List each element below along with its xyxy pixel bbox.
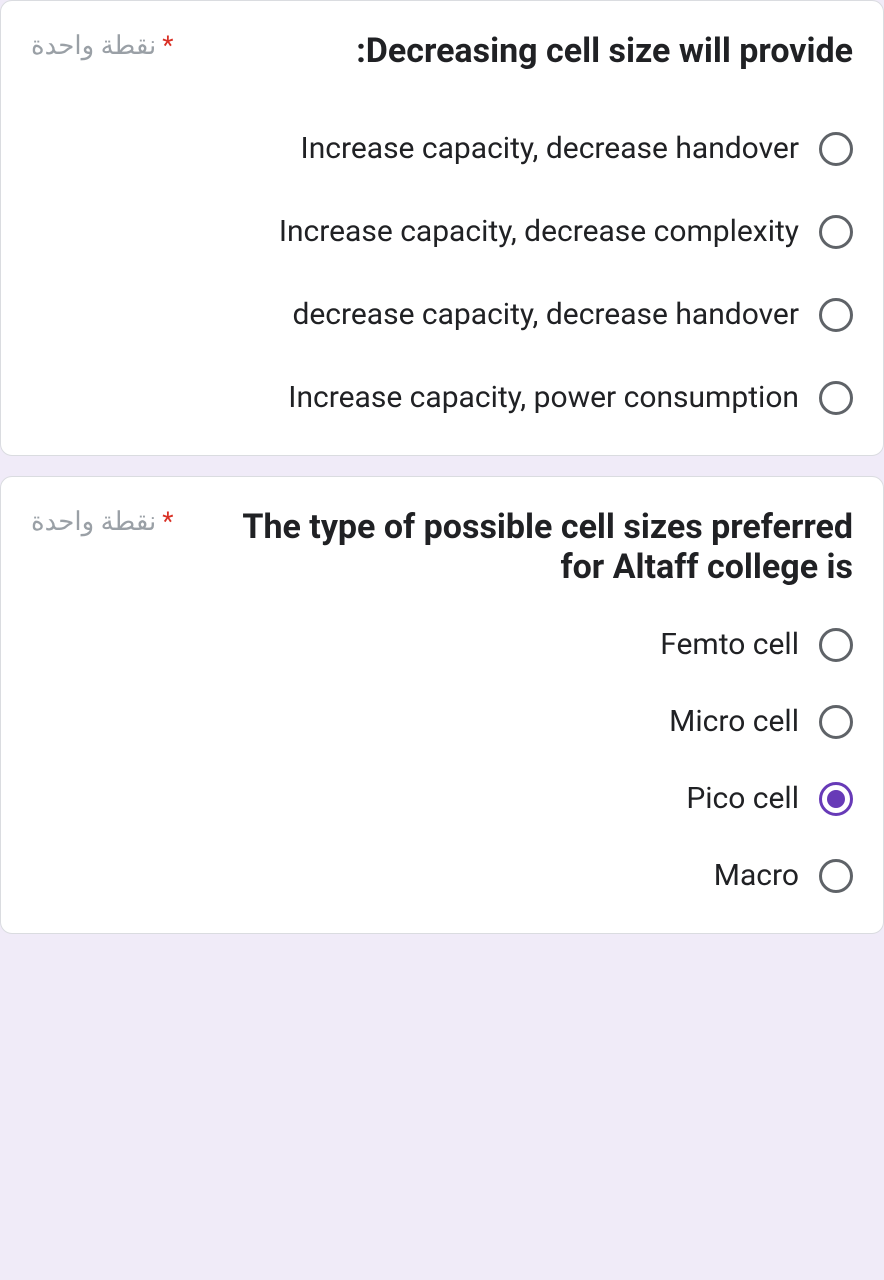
question-title: The type of possible cell sizes preferre… (193, 507, 853, 587)
question-header: نقطة واحدة * :Decreasing cell size will … (31, 31, 853, 71)
option-row[interactable]: Increase capacity, decrease handover (31, 131, 853, 166)
required-star: * (162, 31, 173, 61)
option-label: Increase capacity, decrease complexity (279, 214, 799, 249)
radio-icon[interactable] (819, 381, 853, 415)
radio-icon[interactable] (819, 705, 853, 739)
points-label: نقطة واحدة (31, 507, 156, 537)
points-label: نقطة واحدة (31, 31, 156, 61)
points-wrap: نقطة واحدة * (31, 31, 173, 61)
points-wrap: نقطة واحدة * (31, 507, 173, 537)
radio-icon[interactable] (819, 215, 853, 249)
option-label: Micro cell (669, 704, 799, 739)
option-label: decrease capacity, decrease handover (292, 297, 799, 332)
option-row[interactable]: Pico cell (31, 781, 853, 816)
question-card: نقطة واحدة * The type of possible cell s… (0, 476, 884, 934)
option-label: Increase capacity, power consumption (288, 380, 799, 415)
option-row[interactable]: Increase capacity, power consumption (31, 380, 853, 415)
option-row[interactable]: Increase capacity, decrease complexity (31, 214, 853, 249)
question-card: نقطة واحدة * :Decreasing cell size will … (0, 0, 884, 456)
option-row[interactable]: decrease capacity, decrease handover (31, 297, 853, 332)
option-label: Femto cell (660, 627, 799, 662)
option-label: Increase capacity, decrease handover (301, 131, 799, 166)
radio-icon[interactable] (819, 782, 853, 816)
option-label: Pico cell (686, 781, 799, 816)
options-group: Increase capacity, decrease handover Inc… (31, 131, 853, 415)
radio-icon[interactable] (819, 628, 853, 662)
option-row[interactable]: Micro cell (31, 704, 853, 739)
option-row[interactable]: Macro (31, 858, 853, 893)
option-row[interactable]: Femto cell (31, 627, 853, 662)
question-title: :Decreasing cell size will provide (193, 31, 853, 71)
radio-icon[interactable] (819, 859, 853, 893)
radio-icon[interactable] (819, 298, 853, 332)
required-star: * (162, 507, 173, 537)
question-header: نقطة واحدة * The type of possible cell s… (31, 507, 853, 587)
options-group: Femto cell Micro cell Pico cell Macro (31, 627, 853, 893)
radio-icon[interactable] (819, 132, 853, 166)
option-label: Macro (714, 858, 799, 893)
